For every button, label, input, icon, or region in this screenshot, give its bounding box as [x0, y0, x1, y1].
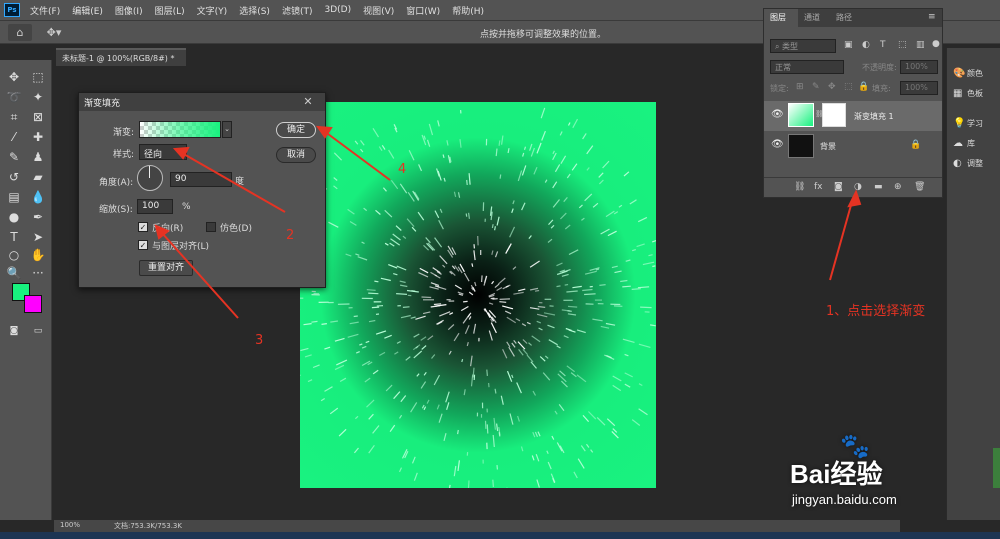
arrow-1: [829, 197, 854, 281]
arrow-2-head: [172, 146, 190, 160]
arrow-2: [181, 152, 286, 213]
watermark-logo: Bai经验: [790, 459, 883, 489]
annotation-step-1: 1、点击选择渐变: [826, 304, 926, 319]
arrow-4: [323, 130, 391, 181]
watermark-url: jingyan.baidu.com: [792, 492, 897, 507]
annotation-step-4: 4: [398, 162, 407, 177]
annotation-step-3: 3: [255, 333, 264, 348]
baidu-watermark: 🐾 Bai经验 jingyan.baidu.com: [790, 432, 950, 522]
annotation-step-2: 2: [286, 228, 295, 243]
arrow-3: [161, 232, 239, 319]
arrow-1-head: [847, 189, 862, 208]
